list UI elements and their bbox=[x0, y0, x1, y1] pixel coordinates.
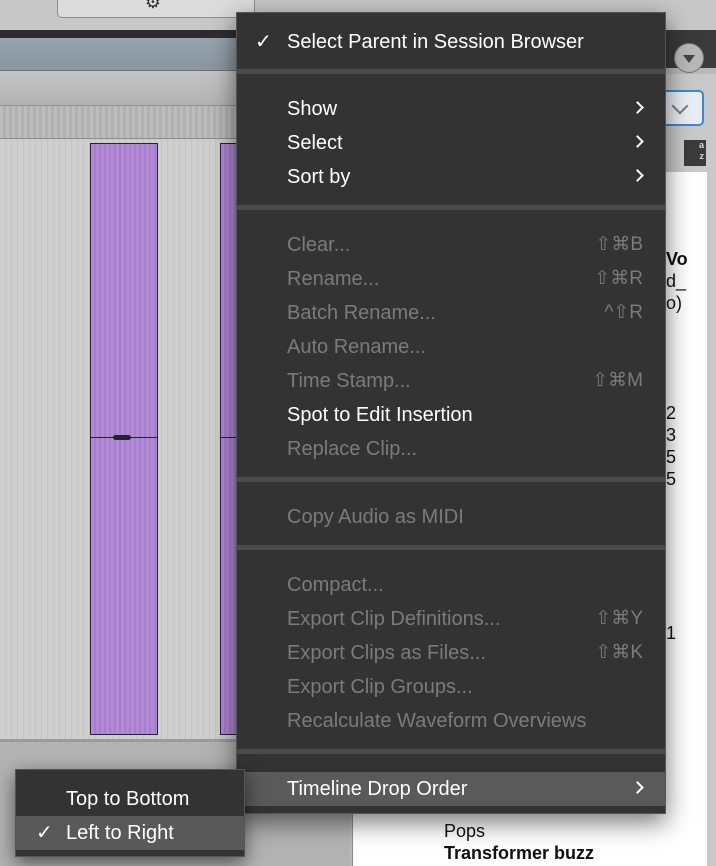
clip-list-item[interactable]: 1 bbox=[666, 622, 676, 644]
menu-separator bbox=[237, 477, 665, 482]
menu-item-timeline-drop-order[interactable]: Timeline Drop Order bbox=[237, 772, 665, 806]
chevron-right-icon bbox=[631, 160, 644, 194]
menu-separator bbox=[237, 205, 665, 210]
track-header-bar bbox=[0, 38, 260, 71]
menu-item-spot-to-edit[interactable]: Spot to Edit Insertion bbox=[237, 398, 665, 432]
menu-separator bbox=[237, 545, 665, 550]
submenu-item-top-to-bottom[interactable]: Top to Bottom bbox=[16, 782, 244, 816]
menu-item-copy-audio-midi[interactable]: Copy Audio as MIDI bbox=[237, 500, 665, 534]
audio-clip[interactable] bbox=[90, 143, 158, 735]
menu-item-replace-clip[interactable]: Replace Clip... bbox=[237, 432, 665, 466]
menu-separator bbox=[237, 69, 665, 74]
shortcut-label: ⇧⌘K bbox=[595, 642, 643, 663]
chevron-right-icon bbox=[631, 92, 644, 126]
clip-list-menu-button[interactable] bbox=[674, 43, 704, 73]
clip-list-item[interactable]: 5 bbox=[666, 468, 676, 490]
menu-item-compact[interactable]: Compact... bbox=[237, 568, 665, 602]
clip-list-item[interactable]: 5 bbox=[666, 446, 676, 468]
waveform bbox=[91, 435, 157, 442]
menu-item-select[interactable]: Select bbox=[237, 126, 665, 160]
clip-list-item[interactable]: 2 bbox=[666, 402, 676, 424]
menu-item-export-clip-groups[interactable]: Export Clip Groups... bbox=[237, 670, 665, 704]
chevron-right-icon bbox=[631, 772, 644, 806]
footer-divider bbox=[0, 739, 260, 742]
menu-item-time-stamp[interactable]: Time Stamp... ⇧⌘M bbox=[237, 364, 665, 398]
menu-item-sort-by[interactable]: Sort by bbox=[237, 160, 665, 194]
menu-item-recalculate-waveforms[interactable]: Recalculate Waveform Overviews bbox=[237, 704, 665, 738]
shortcut-label: ⇧⌘M bbox=[592, 370, 643, 391]
menu-item-export-clips-files[interactable]: Export Clips as Files... ⇧⌘K bbox=[237, 636, 665, 670]
menu-item-clear[interactable]: Clear... ⇧⌘B bbox=[237, 228, 665, 262]
menu-item-select-parent[interactable]: ✓ Select Parent in Session Browser bbox=[237, 25, 665, 59]
shortcut-label: ⇧⌘Y bbox=[595, 608, 643, 629]
menu-item-show[interactable]: Show bbox=[237, 92, 665, 126]
menu-item-auto-rename[interactable]: Auto Rename... bbox=[237, 330, 665, 364]
menu-item-batch-rename[interactable]: Batch Rename... ^⇧R bbox=[237, 296, 665, 330]
clip-list-filter-dropdown[interactable] bbox=[660, 90, 704, 126]
clip-list-item[interactable]: d_ bbox=[666, 270, 686, 292]
clip-list-item[interactable]: Pops bbox=[444, 820, 485, 842]
gear-icon[interactable]: ⚙ bbox=[143, 0, 163, 11]
checkmark-icon: ✓ bbox=[255, 31, 272, 53]
ruler-header-bar bbox=[0, 71, 260, 106]
checkmark-icon: ✓ bbox=[36, 822, 53, 844]
menu-item-export-clip-definitions[interactable]: Export Clip Definitions... ⇧⌘Y bbox=[237, 602, 665, 636]
submenu-item-left-to-right[interactable]: ✓ Left to Right bbox=[16, 816, 244, 850]
timeline-ruler[interactable] bbox=[0, 106, 260, 139]
clip-list-item[interactable]: o) bbox=[666, 292, 682, 314]
menu-separator bbox=[237, 749, 665, 754]
context-menu: ✓ Select Parent in Session Browser Show … bbox=[236, 12, 666, 814]
chevron-right-icon bbox=[631, 126, 644, 160]
shortcut-label: ^⇧R bbox=[604, 302, 643, 323]
menu-item-rename[interactable]: Rename... ⇧⌘R bbox=[237, 262, 665, 296]
clip-list-item[interactable]: Vo bbox=[666, 248, 688, 270]
shortcut-label: ⇧⌘B bbox=[595, 234, 643, 255]
clip-list-item[interactable]: 3 bbox=[666, 424, 676, 446]
sort-az-icon[interactable]: az bbox=[684, 140, 706, 166]
shortcut-label: ⇧⌘R bbox=[594, 268, 643, 289]
timeline-drop-order-submenu: Top to Bottom ✓ Left to Right bbox=[15, 769, 245, 857]
clip-list-item[interactable]: Transformer buzz bbox=[444, 842, 594, 864]
